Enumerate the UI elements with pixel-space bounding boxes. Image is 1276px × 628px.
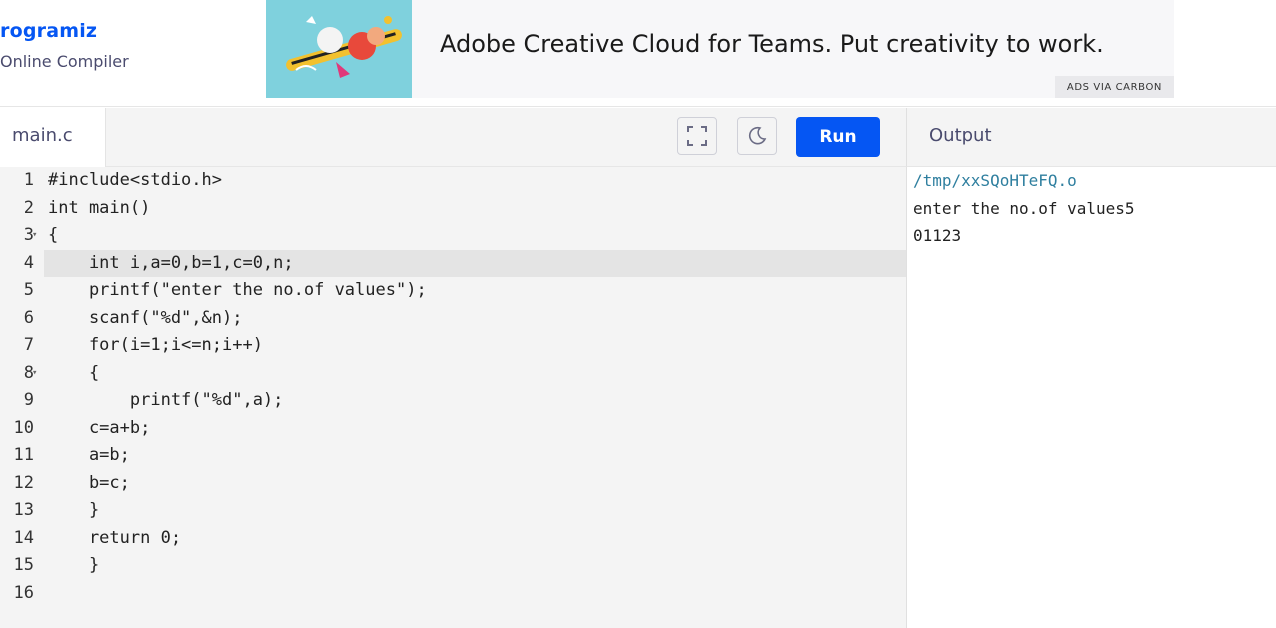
code-line: 3 ▾ { [0,222,906,250]
line-number: 11 [13,445,34,465]
line-number: 9 [23,390,34,410]
code-text[interactable]: int i,a=0,b=1,c=0,n; [44,249,906,277]
line-number: 7 [23,335,34,355]
line-number: 14 [13,527,34,548]
code-text[interactable]: } [44,497,906,525]
tab-main-c[interactable]: main.c [0,108,106,167]
code-editor[interactable]: 1 #include<stdio.h> 2 int main() 3 ▾ { 4… [0,167,906,628]
code-text[interactable]: printf("enter the no.of values"); [44,277,906,305]
line-number: 1 [23,170,34,190]
line-number: 15 [13,555,34,575]
code-line: 7 for(i=1;i<=n;i++) [0,332,906,360]
fold-caret-icon[interactable]: ▾ [32,360,42,388]
code-text[interactable]: #include<stdio.h> [44,167,906,195]
output-title: Output [929,125,992,146]
editor-toolbar: main.c Run [0,108,906,167]
code-line: 2 int main() [0,195,906,223]
code-text[interactable]: printf("%d",a); [44,387,906,415]
line-number: 16 [13,582,34,603]
line-number: 8 [23,362,34,383]
line-number: 4 [23,252,34,273]
code-line: 16 [0,580,906,608]
line-number: 13 [13,500,34,520]
code-line: 6 scanf("%d",&n); [0,305,906,333]
code-line: 1 #include<stdio.h> [0,167,906,195]
line-number: 12 [13,472,34,493]
code-text[interactable]: { [44,360,906,388]
code-text[interactable] [44,580,906,608]
fullscreen-button[interactable] [677,117,717,155]
code-text[interactable]: a=b; [44,442,906,470]
tab-label: main.c [12,125,73,146]
ads-via-carbon-label[interactable]: ADS VIA CARBON [1054,76,1174,98]
code-line: 13 } [0,497,906,525]
output-line: enter the no.of values5 [913,198,1135,218]
ad-headline[interactable]: Adobe Creative Cloud for Teams. Put crea… [440,30,1104,58]
code-line: 5 printf("enter the no.of values"); [0,277,906,305]
code-line: 9 printf("%d",a); [0,387,906,415]
line-number: 2 [23,197,34,218]
line-number: 3 [23,225,34,245]
carbon-ad[interactable]: Adobe Creative Cloud for Teams. Put crea… [266,0,1174,98]
output-console[interactable]: /tmp/xxSQoHTeFQ.o enter the no.of values… [906,167,1276,628]
code-text[interactable]: c=a+b; [44,415,906,443]
line-number: 10 [13,417,34,438]
line-number: 5 [23,280,34,300]
run-button[interactable]: Run [796,117,880,157]
output-header: Output [906,108,1276,167]
code-line: 11 a=b; [0,442,906,470]
code-text[interactable]: int main() [44,195,906,223]
code-text[interactable]: scanf("%d",&n); [44,305,906,333]
code-text[interactable]: { [44,222,906,250]
code-text[interactable]: return 0; [44,525,906,553]
code-line: 15 } [0,552,906,580]
code-line: 14 return 0; [0,525,906,553]
online-compiler-subtitle: Online Compiler [0,52,129,71]
output-line-path: /tmp/xxSQoHTeFQ.o [913,171,1077,190]
moon-icon [749,126,767,145]
theme-toggle-button[interactable] [737,117,777,155]
output-line: 01123 [913,226,962,245]
code-line: 10 c=a+b; [0,415,906,443]
code-line: 12 b=c; [0,470,906,498]
fold-caret-icon[interactable]: ▾ [32,222,42,250]
code-text[interactable]: for(i=1;i<=n;i++) [44,332,906,360]
code-line-active: 4 int i,a=0,b=1,c=0,n; [0,249,906,277]
top-header: rogramiz Online Compiler Adobe Creative … [0,0,1276,107]
code-text[interactable]: b=c; [44,470,906,498]
fullscreen-icon [687,126,707,146]
ad-illustration[interactable] [266,0,412,98]
programiz-logo[interactable]: rogramiz [0,20,97,42]
line-number: 6 [23,307,34,328]
code-text[interactable]: } [44,552,906,580]
code-line: 8 ▾ { [0,360,906,388]
